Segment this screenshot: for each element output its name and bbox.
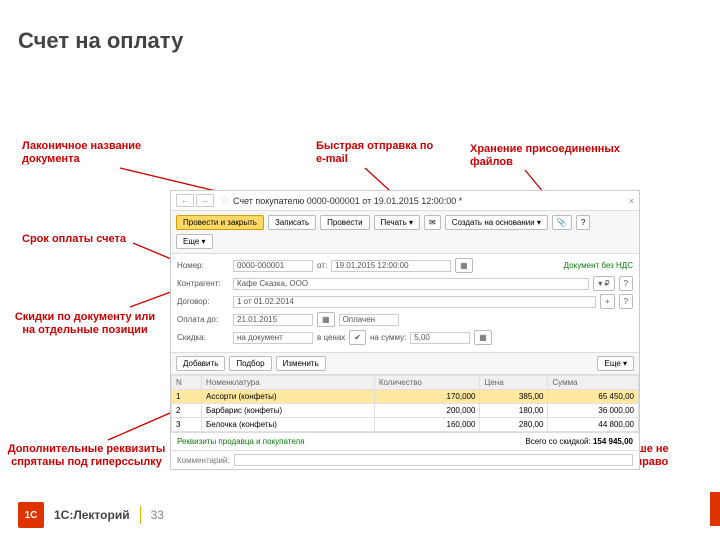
col-price: Цена (480, 376, 548, 390)
date-field[interactable]: 19.01.2015 12:00:00 (331, 260, 451, 272)
page-number: 33 (151, 508, 164, 522)
col-sum: Сумма (548, 376, 639, 390)
nav-forward[interactable]: → (196, 194, 214, 207)
cell-sum: 36 000,00 (548, 404, 639, 418)
dogovor-label: Договор: (177, 297, 229, 306)
form-area: Номер: 0000-000001 от: 19.01.2015 12:00:… (171, 254, 639, 353)
number-field[interactable]: 0000-000001 (233, 260, 313, 272)
side-accent (710, 492, 720, 526)
more-button[interactable]: Еще ▾ (176, 234, 213, 249)
cell-qty: 200,000 (374, 404, 480, 418)
brand-label: 1С:Лекторий (54, 508, 130, 522)
dogovor-field[interactable]: 1 от 01.02.2014 (233, 296, 596, 308)
annot-files: Хранение присоединенных файлов (470, 143, 620, 169)
cell-qty: 160,000 (374, 418, 480, 432)
table-row[interactable]: 3 Белочка (конфеты) 160,000 280,00 44 80… (172, 418, 639, 432)
goods-table: N Номенклатура Количество Цена Сумма 1 А… (171, 375, 639, 432)
cell-price: 280,00 (480, 418, 548, 432)
table-footer: Реквизиты продавца и покупателя Всего со… (171, 432, 639, 450)
table-toolbar: Добавить Подбор Изменить Еще ▾ (171, 353, 639, 375)
pick-button[interactable]: Подбор (229, 356, 271, 371)
cell-n: 3 (172, 418, 202, 432)
cell-sum: 65 450,00 (548, 390, 639, 404)
due-calendar-icon[interactable]: ▦ (317, 312, 335, 327)
cell-name: Барбарис (конфеты) (202, 404, 375, 418)
slide-footer: 1C 1С:Лекторий 33 (18, 502, 164, 528)
new-icon[interactable]: + (600, 294, 615, 309)
cell-name: Ассорти (конфеты) (202, 390, 375, 404)
oplata-label: Оплата до: (177, 315, 229, 324)
requisites-link[interactable]: Реквизиты продавца и покупателя (177, 437, 305, 446)
window-title: Счет покупателю 0000-000001 от 19.01.201… (233, 196, 629, 206)
col-qty: Количество (374, 376, 480, 390)
col-n: N (172, 376, 202, 390)
discount-toggle-icon[interactable]: ✔ (349, 330, 366, 345)
add-row-button[interactable]: Добавить (176, 356, 225, 371)
cell-price: 385,00 (480, 390, 548, 404)
annot-due: Срок оплаты счета (22, 233, 152, 246)
discount-type-field[interactable]: на документ (233, 332, 313, 344)
contragent-pick-icon[interactable]: ▾ ₽ (593, 276, 614, 291)
slide-title: Счет на оплату (18, 28, 183, 54)
titlebar: ← → ☆ Счет покупателю 0000-000001 от 19.… (171, 191, 639, 211)
nav-back[interactable]: ← (176, 194, 194, 207)
post-button[interactable]: Провести (320, 215, 369, 230)
main-toolbar: Провести и закрыть Записать Провести Печ… (171, 211, 639, 254)
contragent-help-icon[interactable]: ? (619, 276, 633, 291)
annot-discount: Скидки по документу или на отдельные поз… (10, 311, 160, 337)
annot-doc-name: Лаконичное название документа (22, 140, 152, 166)
na-summu-label: на сумму: (370, 333, 406, 342)
help-icon[interactable]: ? (576, 215, 590, 230)
total-value: 154 945,00 (593, 437, 633, 446)
v-tsenakh-label: в ценах (317, 333, 345, 342)
table-row[interactable]: 1 Ассорти (конфеты) 170,000 385,00 65 45… (172, 390, 639, 404)
calendar-icon[interactable]: ▦ (455, 258, 473, 273)
email-icon[interactable]: ✉ (424, 215, 441, 230)
post-and-close-button[interactable]: Провести и закрыть (176, 215, 264, 230)
cell-n: 1 (172, 390, 202, 404)
nav-buttons: ← → (176, 194, 214, 207)
due-date-field[interactable]: 21.01.2015 (233, 314, 313, 326)
table-more-button[interactable]: Еще ▾ (597, 356, 634, 371)
contragent-field[interactable]: Кафе Сказка, ООО (233, 278, 589, 290)
print-button[interactable]: Печать ▾ (374, 215, 420, 230)
dogovor-help-icon[interactable]: ? (619, 294, 633, 309)
discount-calc-icon[interactable]: ▦ (474, 330, 492, 345)
skidka-label: Скидка: (177, 333, 229, 342)
annot-email: Быстрая отправка по e-mail (316, 140, 436, 166)
annot-extra: Дополнительные реквизиты спрятаны под ги… (4, 443, 169, 469)
no-vat-link[interactable]: Документ без НДС (564, 261, 633, 270)
app-window: ← → ☆ Счет покупателю 0000-000001 от 19.… (170, 190, 640, 470)
save-button[interactable]: Записать (268, 215, 316, 230)
edit-button[interactable]: Изменить (276, 356, 326, 371)
cell-n: 2 (172, 404, 202, 418)
total-label: Всего со скидкой: (525, 437, 590, 446)
cell-price: 180,00 (480, 404, 548, 418)
discount-value-field[interactable]: 5,00 (410, 332, 470, 344)
cell-qty: 170,000 (374, 390, 480, 404)
comment-row: Комментарий: (171, 450, 639, 469)
table-row[interactable]: 2 Барбарис (конфеты) 200,000 180,00 36 0… (172, 404, 639, 418)
col-name: Номенклатура (202, 376, 375, 390)
footer-divider (140, 506, 141, 524)
favorite-star-icon[interactable]: ☆ (220, 195, 229, 206)
contragent-label: Контрагент: (177, 279, 229, 288)
ot-label: от: (317, 261, 327, 270)
create-based-button[interactable]: Создать на основании ▾ (445, 215, 548, 230)
attachment-icon[interactable]: 📎 (552, 215, 572, 230)
logo-1c-icon: 1C (18, 502, 44, 528)
comment-field[interactable] (234, 454, 633, 466)
comment-label: Комментарий: (177, 456, 230, 465)
status-field[interactable]: Оплачен (339, 314, 399, 326)
number-label: Номер: (177, 261, 229, 270)
cell-sum: 44 800,00 (548, 418, 639, 432)
close-icon[interactable]: × (629, 196, 634, 206)
cell-name: Белочка (конфеты) (202, 418, 375, 432)
